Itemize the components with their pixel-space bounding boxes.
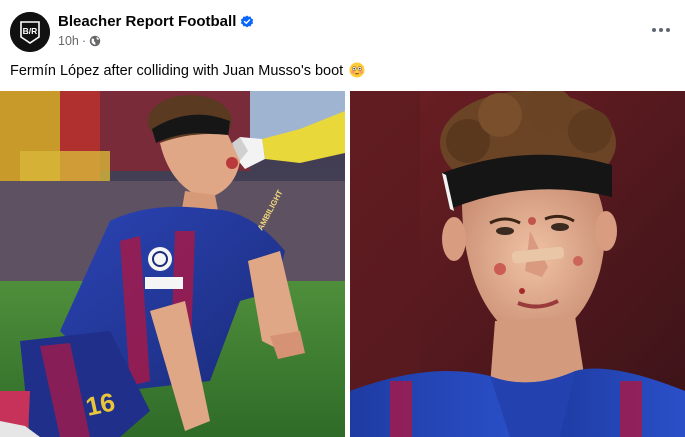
- globe-icon: [89, 35, 101, 47]
- more-options-button[interactable]: [649, 20, 673, 40]
- page-name-link[interactable]: Bleacher Report Football: [58, 13, 254, 30]
- player-closeup-image: [350, 91, 685, 437]
- br-logo-icon: B/R: [10, 12, 50, 52]
- player-collision-image: AMBILIGHT 16: [0, 91, 345, 437]
- more-dot: [652, 28, 656, 32]
- post-caption: Fermín López after colliding with Juan M…: [10, 62, 365, 79]
- facebook-post: B/R Bleacher Report Football 10h · Fermí…: [0, 0, 685, 437]
- post-meta: 10h ·: [58, 34, 101, 48]
- more-dot: [659, 28, 663, 32]
- post-time[interactable]: 10h: [58, 34, 79, 48]
- post-header: B/R Bleacher Report Football 10h ·: [0, 0, 685, 58]
- more-dot: [666, 28, 670, 32]
- photo-player-closeup[interactable]: [350, 91, 685, 437]
- avatar-logo-text: B/R: [23, 26, 38, 36]
- flushed-face-emoji-icon: [349, 62, 365, 78]
- meta-separator: ·: [81, 34, 87, 48]
- photo-player-collision[interactable]: AMBILIGHT 16: [0, 91, 345, 437]
- verified-badge-icon: [241, 15, 254, 27]
- page-name[interactable]: Bleacher Report Football: [58, 13, 236, 30]
- page-avatar[interactable]: B/R: [10, 12, 50, 52]
- caption-text: Fermín López after colliding with Juan M…: [10, 63, 344, 79]
- post-photos: AMBILIGHT 16: [0, 91, 685, 437]
- jersey-number: 16: [83, 387, 118, 422]
